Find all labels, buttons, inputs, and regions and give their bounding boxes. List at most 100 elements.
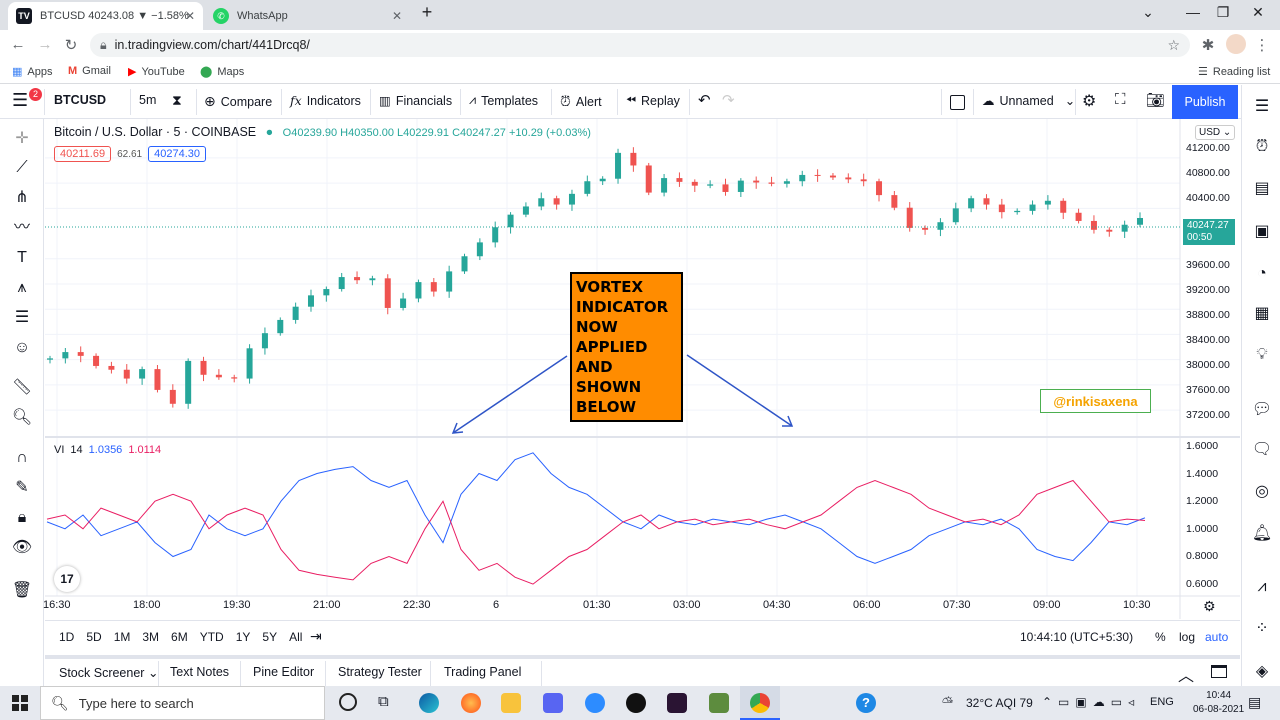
tab-strategy-tester[interactable]: Strategy Tester [338, 665, 422, 679]
symbol-search-button[interactable]: BTCUSD [54, 93, 106, 107]
streams-icon[interactable]: ◎ [1250, 480, 1274, 504]
calendar-clock-icon[interactable]: ◔ [1250, 262, 1274, 286]
tab-tradingview[interactable]: TV BTCUSD 40243.08 ▼ −1.58% Unn ✕ [8, 2, 203, 30]
url-input[interactable]: 🔒︎ in.tradingview.com/chart/441Drcq8/ ☆ [90, 33, 1190, 57]
range-button-all[interactable]: All [289, 630, 302, 644]
prediction-icon[interactable]: ☰ [10, 306, 34, 330]
tab-trading-panel[interactable]: Trading Panel [444, 665, 521, 679]
windows-start-icon[interactable] [12, 695, 28, 711]
range-button-6m[interactable]: 6M [171, 630, 188, 644]
taskbar-chrome-active[interactable] [740, 686, 780, 720]
stay-drawing-icon[interactable]: ✎ [10, 476, 34, 500]
tab-pine-editor[interactable]: Pine Editor [253, 665, 314, 679]
settings-gear-icon[interactable]: ⚙ [1082, 91, 1096, 111]
patterns-icon[interactable]: 〰 [10, 216, 34, 240]
close-tab-icon[interactable]: ✕ [185, 9, 195, 23]
range-button-1m[interactable]: 1M [114, 630, 131, 644]
lock-drawings-icon[interactable]: 🔒︎ [10, 506, 34, 530]
alerts-clock-icon[interactable]: ⏰︎ [1250, 135, 1274, 159]
notification-center-icon[interactable]: ▤ [1248, 694, 1261, 711]
trash-icon[interactable]: 🗑︎ [10, 579, 34, 603]
hotlist-icon[interactable]: ▣ [1250, 220, 1274, 244]
sell-button[interactable]: 40211.69 [54, 146, 112, 162]
xabcd-pattern-icon[interactable]: ⩚ [10, 276, 34, 300]
range-button-3m[interactable]: 3M [142, 630, 159, 644]
emoji-icon[interactable]: ☺ [10, 336, 34, 360]
buy-button[interactable]: 40274.30 [148, 146, 206, 162]
firefox-icon[interactable] [461, 693, 481, 713]
extensions-icon[interactable]: ✱ [1198, 36, 1218, 54]
taskbar-search-input[interactable]: 🔍︎ Type here to search [40, 686, 325, 720]
compare-button[interactable]: ⊕ Compare [204, 93, 272, 110]
auto-toggle[interactable]: auto [1205, 630, 1228, 644]
close-window-icon[interactable]: ✕ [1243, 4, 1273, 21]
price-axis[interactable]: 41200.00 40800.00 40400.00 [1186, 136, 1230, 211]
crosshair-icon[interactable]: ✛ [10, 127, 34, 151]
bookmark-maps[interactable]: ⬤ Maps [200, 65, 244, 79]
minecraft-icon[interactable] [709, 693, 729, 713]
maximize-panel-icon[interactable] [1211, 665, 1227, 678]
chats-icon[interactable]: 🗨︎ [1250, 438, 1274, 462]
range-button-ytd[interactable]: YTD [200, 630, 224, 644]
magnet-icon[interactable]: ∩ [10, 446, 34, 470]
tab-stock-screener[interactable]: Stock Screener ⌄ [59, 665, 158, 680]
zoom-in-icon[interactable]: 🔍︎ [10, 406, 34, 430]
price-axis-lower[interactable]: 39600.00 39200.00 38800.00 38400.00 3800… [1186, 253, 1230, 428]
ruler-icon[interactable]: 📏︎ [10, 376, 34, 400]
vi-legend[interactable]: VI 14 1.0356 1.0114 [54, 444, 161, 456]
bookmark-gmail[interactable]: M Gmail [68, 65, 111, 77]
reading-list-button[interactable]: ☰ Reading list [1198, 65, 1270, 79]
ideas-bulb-icon[interactable]: 💡︎ [1250, 343, 1274, 367]
valorant-icon[interactable] [667, 693, 687, 713]
layout-name-button[interactable]: ☁︎ Unnamed ⌄ [982, 93, 1075, 109]
layers-icon[interactable]: ◈ [1250, 660, 1274, 684]
profile-avatar[interactable] [1226, 34, 1246, 54]
text-tool-icon[interactable]: T [10, 246, 34, 270]
publish-button[interactable]: Publish [1172, 85, 1238, 119]
tradingview-logo-icon[interactable]: 17 [54, 566, 80, 592]
range-button-5d[interactable]: 5D [86, 630, 101, 644]
edge-icon[interactable] [419, 693, 439, 713]
tab-text-notes[interactable]: Text Notes [170, 665, 229, 679]
clock-display[interactable]: 10:44:10 (UTC+5:30) [1020, 630, 1133, 644]
tray-icons[interactable]: ⌃▭▣☁▭◃ [1042, 695, 1140, 709]
close-tab-icon[interactable]: ✕ [392, 9, 402, 23]
undo-icon[interactable]: ↶ [698, 91, 711, 109]
minimize-icon[interactable]: — [1178, 4, 1208, 20]
reload-icon[interactable]: ↻ [61, 36, 81, 54]
tab-whatsapp[interactable]: ✆ WhatsApp ✕ [205, 2, 410, 30]
forward-icon[interactable]: → [35, 36, 55, 53]
percent-toggle[interactable]: % [1155, 630, 1166, 644]
notifications-bell-icon[interactable]: 🔔︎ [1250, 522, 1274, 546]
indicators-button[interactable]: fx Indicators [290, 93, 361, 108]
help-icon[interactable]: ? [856, 693, 876, 713]
candles-style-icon[interactable]: ⧗ [172, 92, 182, 109]
financials-button[interactable]: ▥ Financials [379, 93, 452, 109]
log-toggle[interactable]: log [1179, 630, 1195, 644]
order-panel-icon[interactable]: ⩘ [1250, 575, 1274, 599]
collapse-chevron-up-icon[interactable]: ︿ [1178, 662, 1194, 686]
fullscreen-icon[interactable]: ⛶ [1115, 91, 1126, 108]
bookmark-youtube[interactable]: ▶ YouTube [128, 65, 185, 79]
replay-button[interactable]: ⏪︎ Replay [626, 93, 680, 108]
chrome-menu-icon[interactable]: ⋮ [1252, 36, 1272, 54]
axis-settings-gear-icon[interactable]: ⚙ [1203, 598, 1216, 615]
bookmark-star-icon[interactable]: ☆ [1167, 37, 1180, 54]
language-indicator[interactable]: ENG [1150, 696, 1174, 708]
chat-icon[interactable]: 💬︎ [1250, 398, 1274, 422]
tv-menu-icon[interactable]: ☰ [12, 90, 28, 111]
maximize-icon[interactable]: ❐ [1208, 4, 1238, 21]
new-tab-icon[interactable]: + [412, 2, 442, 23]
file-explorer-icon[interactable] [501, 693, 521, 713]
system-clock[interactable]: 10:44 06-08-2021 [1193, 689, 1244, 717]
discord-icon[interactable] [543, 693, 563, 713]
tab-search-icon[interactable]: ⌄ [1133, 4, 1163, 21]
weather-text[interactable]: 32°C AQI 79 [966, 696, 1033, 710]
alert-button[interactable]: ⏰︎ Alert [560, 93, 602, 110]
fullscreen-layout-icon[interactable] [950, 95, 965, 110]
eye-icon[interactable]: 👁︎ [10, 536, 34, 560]
trend-line-icon[interactable]: ⟋ [10, 156, 34, 180]
task-view-icon[interactable]: ⧉ [378, 693, 389, 710]
go-to-date-icon[interactable]: ⇥ [310, 628, 322, 645]
templates-button[interactable]: ⩘ Templates [469, 93, 538, 108]
